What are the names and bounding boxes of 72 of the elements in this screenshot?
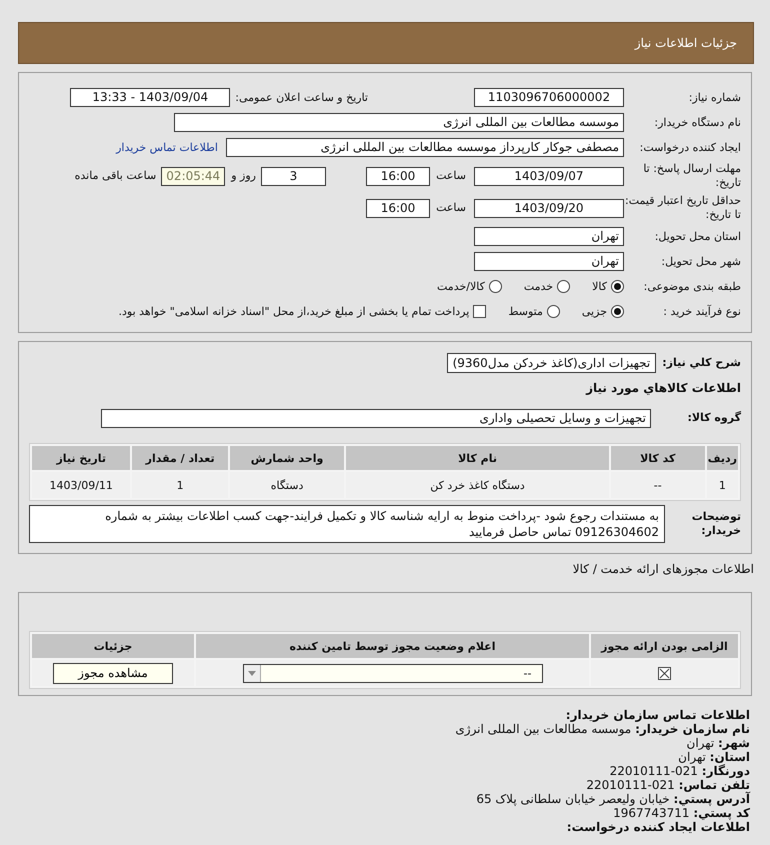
need-summary-field: تجهیزات اداری(کاغذ خردکن مدل9360)	[446, 352, 656, 372]
field-label: ایجاد کننده درخواست:	[638, 140, 741, 154]
view-permit-button[interactable]: مشاهده مجوز	[53, 662, 173, 684]
radio-button[interactable]	[611, 305, 624, 318]
status-dropdown[interactable]: --	[242, 664, 542, 682]
checkbox[interactable]	[473, 305, 486, 318]
column-header: تاریخ نیاز	[32, 446, 130, 470]
page-title: جزئیات اطلاعات نیاز	[634, 36, 737, 50]
column-header: واحد شمارش	[230, 446, 344, 470]
validity-time-field: 16:00	[366, 198, 430, 218]
section-title: اطلاعات مجوزهای ارائه خدمت / کالا	[572, 562, 754, 576]
field-label: ساعت	[435, 201, 466, 215]
field-label: شماره نیاز:	[688, 90, 741, 104]
city-field: تهران	[474, 252, 624, 271]
section-title: اطلاعات کالاهاي مورد نیاز	[584, 380, 741, 397]
contact-line: آدرس پستي: خیابان ولیعصر خیابان سلطانی پلاک 65	[475, 792, 750, 806]
table-cell: دستگاه کاغذ خرد کن	[346, 472, 609, 498]
field-label: شهر محل تحویل:	[660, 254, 741, 268]
deadline-date-field: 1403/09/07	[474, 166, 624, 186]
radio-button[interactable]	[611, 280, 624, 293]
contact-title: اطلاعات ایجاد کننده درخواست:	[566, 820, 750, 834]
table-cell: --	[610, 472, 705, 498]
field-label: توضیحات خریدار:	[690, 510, 741, 538]
column-header: جزئیات	[32, 634, 194, 658]
days-field: 3	[261, 166, 326, 186]
deadline-time-field: 16:00	[366, 166, 430, 186]
column-header: ردیف	[706, 446, 738, 470]
radio-button[interactable]	[557, 280, 570, 293]
need-number-field: 1103096706000002	[474, 88, 624, 107]
column-header: اعلام وضعیت مجوز توسط تامین کننده	[196, 634, 589, 658]
radio-label: متوسط	[508, 305, 543, 318]
column-header: نام کالا	[346, 446, 609, 470]
field-label: ساعت	[435, 169, 466, 183]
radio-button[interactable]	[488, 280, 502, 293]
province-field: تهران	[474, 227, 624, 246]
table-cell: 1403/09/11	[32, 472, 130, 498]
table-cell: دستگاه	[230, 472, 344, 498]
announce-date-field: 1403/09/04 - 13:33	[70, 88, 230, 107]
column-header: تعداد / مقدار	[132, 446, 228, 470]
field-label: استان محل تحویل:	[654, 230, 741, 244]
field-label: روز و	[231, 169, 256, 183]
caret-icon	[244, 664, 260, 682]
field-label: مهلت ارسال پاسخ: تا تاریخ:	[642, 162, 741, 190]
buyer-notes-field: به مستندات رجوع شود -پرداخت منوط به ارایه شناسه کالا و تکمیل فرایند-جهت کسب اطلاعات بیشتر به شماره 09126304602 تماس حاصل فرمایید	[29, 505, 665, 543]
buyer-contact-link[interactable]: اطلاعات تماس خریدار	[116, 141, 218, 154]
field-label: نام دستگاه خریدار:	[653, 116, 741, 130]
buyer-field: موسسه مطالعات بین المللی انرژی	[174, 113, 624, 132]
field-label: تاریخ و ساعت اعلان عمومی:	[235, 90, 368, 104]
radio-label: جزیی	[582, 305, 607, 318]
radio-label: خدمت	[524, 280, 554, 293]
contact-line: نام سازمان خریدار: موسسه مطالعات بین المللی انرژی	[454, 722, 750, 736]
goods-group-field: تجهیزات و وسایل تحصیلی واداری	[101, 408, 651, 428]
radio-label: کالا	[592, 280, 607, 293]
table-cell: 1	[706, 472, 738, 498]
radio-button[interactable]	[546, 305, 560, 318]
column-header: کد کالا	[610, 446, 705, 470]
field-label: نوع فرآیند خرید :	[662, 304, 741, 318]
field-label: شرح کلي نیاز:	[662, 356, 741, 370]
remaining-time-field: 02:05:44	[161, 166, 226, 186]
validity-date-field: 1403/09/20	[474, 198, 624, 218]
checkbox-label: پرداخت تمام یا بخشی از مبلغ خرید،از محل "اسناد خزانه اسلامی" خواهد بود.	[118, 305, 470, 318]
field-label: حداقل تاریخ اعتبار قیمت: تا تاریخ:	[624, 194, 741, 222]
contact-title: اطلاعات تماس سازمان خریدار:	[564, 708, 750, 722]
table-cell: 1	[132, 472, 228, 498]
radio-label: کالا/خدمت	[437, 280, 485, 293]
contact-line: استان: تهران	[677, 750, 750, 764]
creator-field: مصطفی جوکار کارپرداز موسسه مطالعات بین المللی انرژی	[226, 138, 624, 157]
contact-line: شهر: تهران	[686, 736, 750, 750]
field-label: گروه کالا:	[686, 411, 741, 425]
column-header: الزامی بودن ارائه مجوز	[591, 634, 738, 658]
field-label: ساعت باقی مانده	[74, 169, 156, 183]
field-label: طبقه بندی موضوعی:	[642, 280, 741, 294]
